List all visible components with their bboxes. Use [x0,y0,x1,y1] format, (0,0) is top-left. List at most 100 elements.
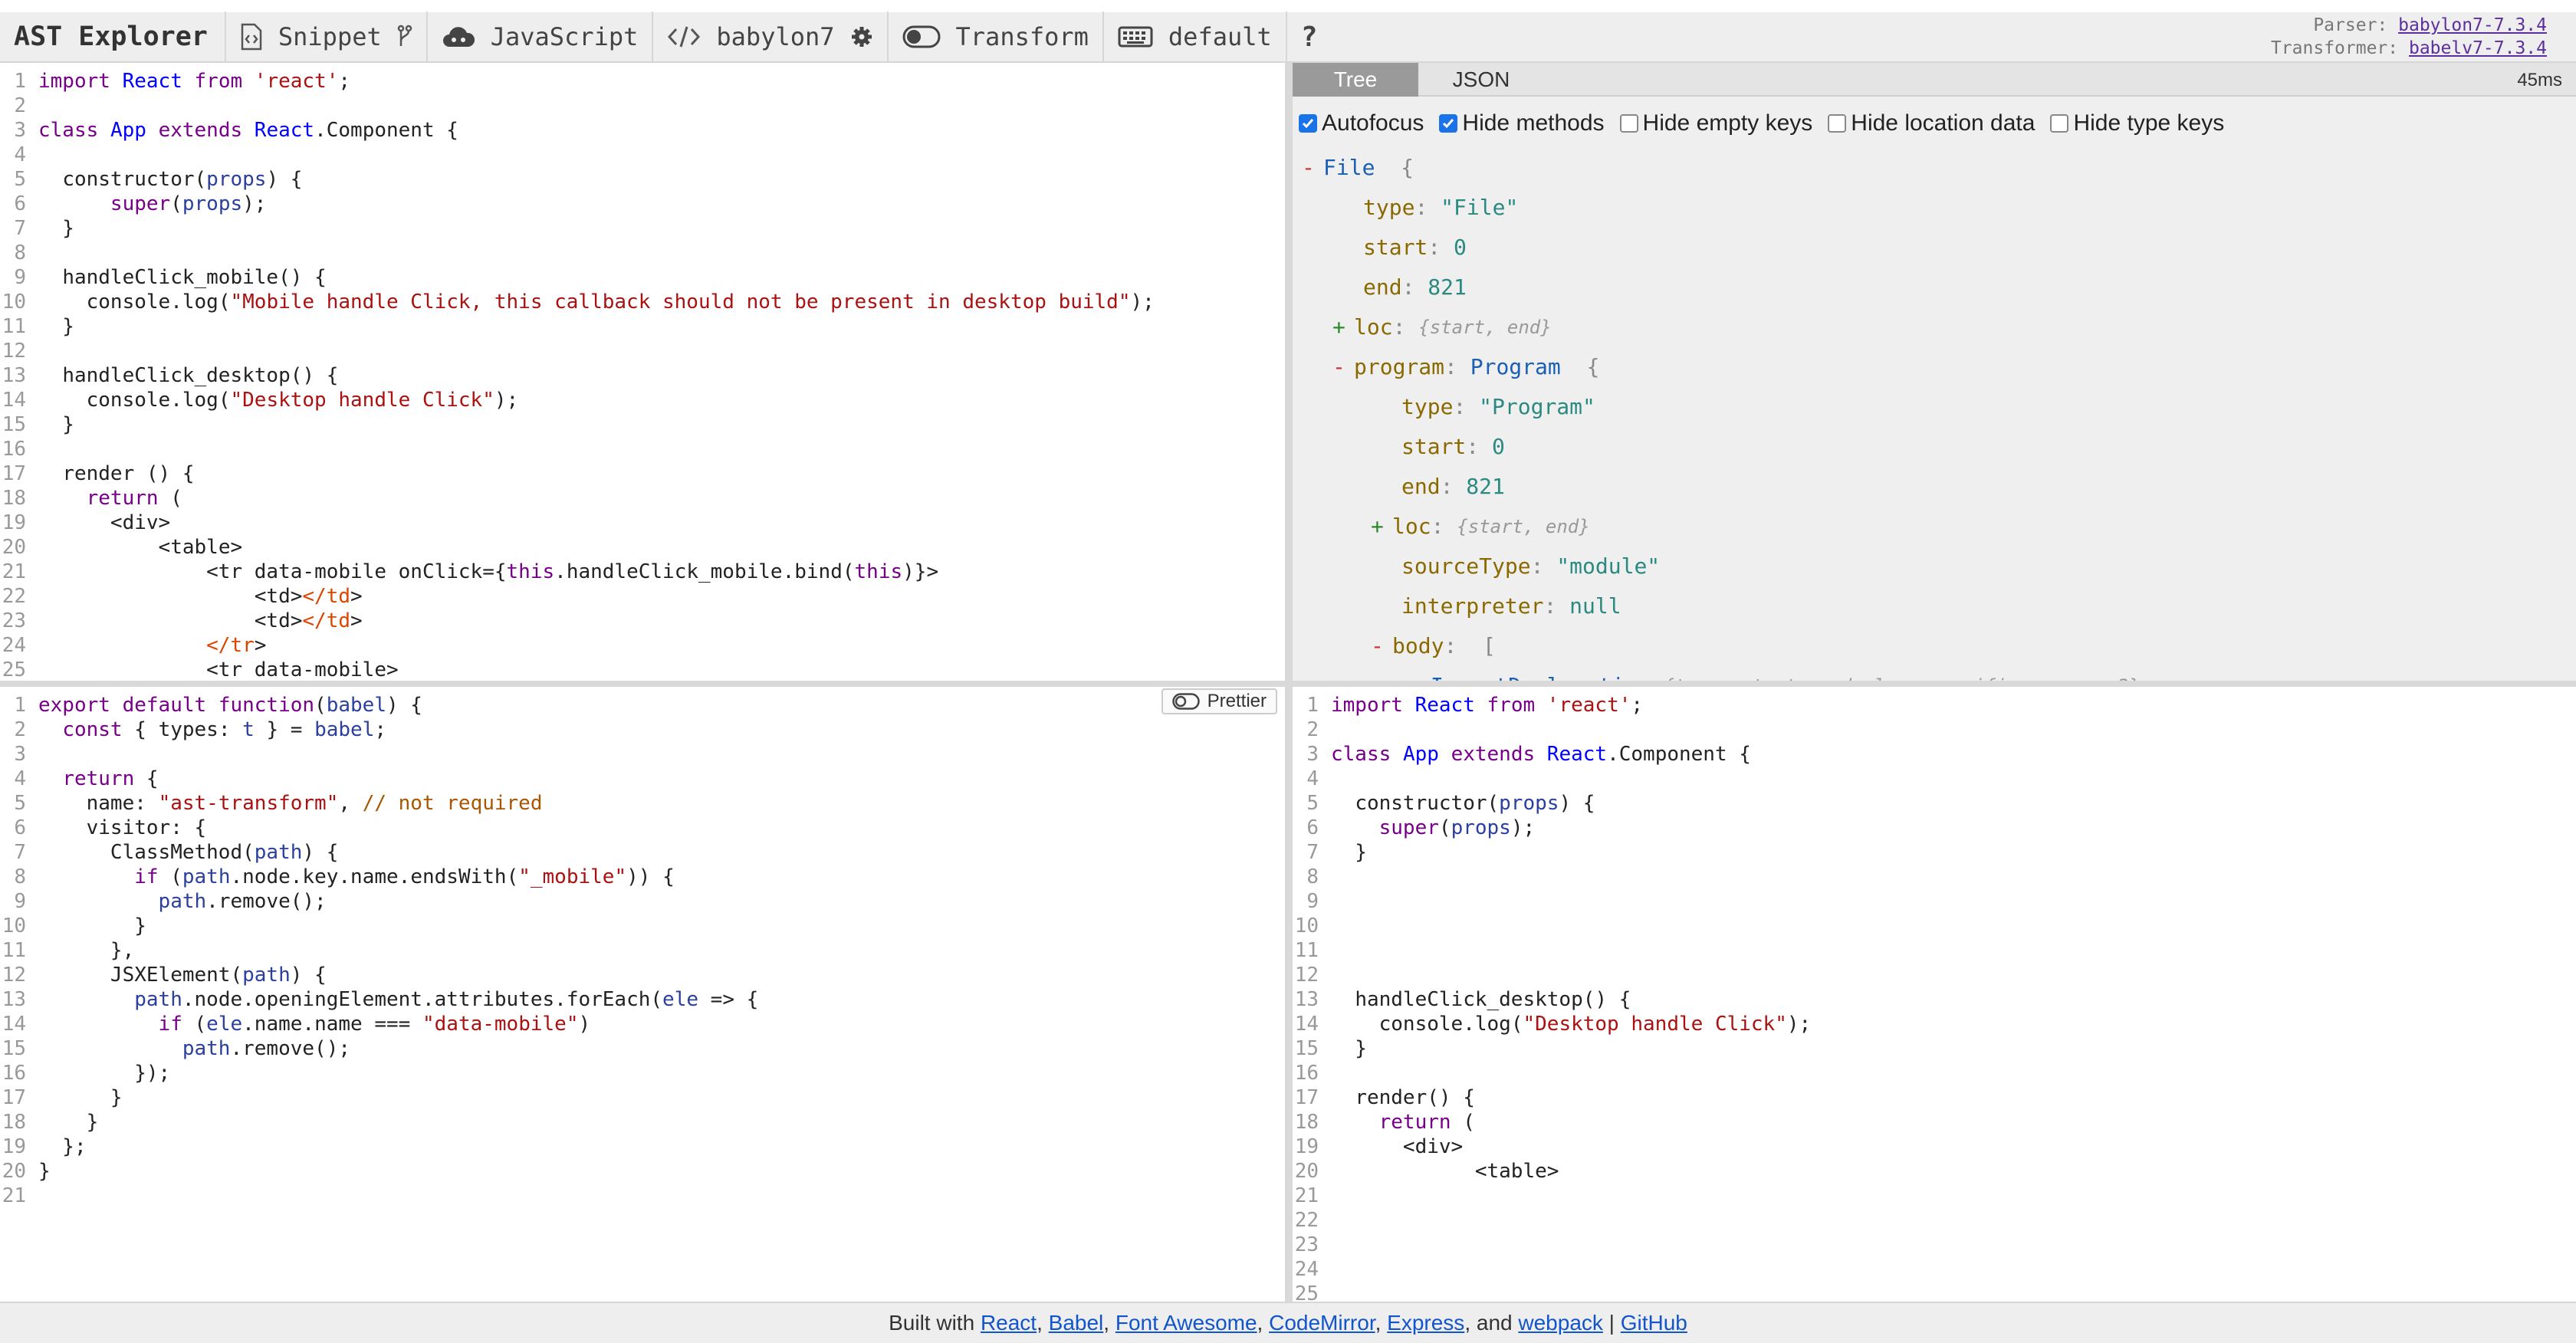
code-line[interactable]: 4 return { [0,767,1285,791]
code-line[interactable]: 9 handleClick_mobile() { [0,265,1285,290]
parser-version-link[interactable]: babylon7-7.3.4 [2398,15,2547,35]
code-line[interactable]: 8 [1293,865,2576,889]
code-line[interactable]: 19 <div> [0,511,1285,535]
code-line[interactable]: 16 }); [0,1061,1285,1085]
code-line[interactable]: 22 [1293,1208,2576,1233]
fontawesome-link[interactable]: Font Awesome [1116,1311,1257,1335]
code-line[interactable]: 6 visitor: { [0,816,1285,840]
source-code[interactable]: 1 import React from 'react'; 2 3 class App e… [0,63,1285,681]
code-line[interactable]: 15 path.remove(); [0,1036,1285,1061]
code-line[interactable]: 11 [1293,938,2576,963]
tree-node-loc[interactable]: + loc: {start, end} [1302,310,2576,350]
code-line[interactable]: 7 ClassMethod(path) { [0,840,1285,865]
code-line[interactable]: 23 <td></td> [0,609,1285,633]
transformer-version-link[interactable]: babelv7-7.3.4 [2409,38,2547,58]
code-line[interactable]: 14 if (ele.name.name === "data-mobile") [0,1012,1285,1036]
code-line[interactable]: 7 } [1293,840,2576,865]
code-line[interactable]: 1 import React from 'react'; [0,69,1285,94]
code-line[interactable]: 7 } [0,216,1285,241]
code-line[interactable]: 9 path.remove(); [0,889,1285,914]
prettier-toggle[interactable]: Prettier [1161,688,1277,714]
language-button[interactable]: JavaScript [428,11,654,62]
output-editor[interactable]: 1 import React from 'react'; 2 3 class App e… [1293,687,2576,1302]
code-line[interactable]: 2 const { types: t } = babel; [0,717,1285,742]
code-line[interactable]: 8 if (path.node.key.name.endsWith("_mobi… [0,865,1285,889]
code-line[interactable]: 25 <tr data-mobile> [0,658,1285,681]
code-line[interactable]: 17 render() { [1293,1085,2576,1110]
source-editor[interactable]: 1 import React from 'react'; 2 3 class App e… [0,63,1285,681]
code-line[interactable]: 4 [0,143,1285,167]
code-line[interactable]: 2 [0,94,1285,118]
code-line[interactable]: 13 path.node.openingElement.attributes.f… [0,987,1285,1012]
option-hide-type-keys[interactable]: Hide type keys [2050,110,2224,136]
code-fork-icon[interactable] [397,25,412,49]
hide-empty-keys-checkbox[interactable] [1619,114,1638,133]
code-line[interactable]: 24 [1293,1257,2576,1282]
code-line[interactable]: 3 class App extends React.Component { [1293,742,2576,767]
code-line[interactable]: 20 <table> [0,535,1285,560]
code-line[interactable]: 10 [1293,914,2576,938]
code-line[interactable]: 5 constructor(props) { [0,167,1285,192]
parser-button[interactable]: babylon7 [653,11,889,62]
tree-node-program[interactable]: - program: Program { [1302,350,2576,389]
hide-methods-checkbox[interactable] [1439,114,1458,133]
babel-link[interactable]: Babel [1049,1311,1104,1335]
output-code[interactable]: 1 import React from 'react'; 2 3 class App e… [1293,687,2576,1302]
code-line[interactable]: 24 </tr> [0,633,1285,658]
code-line[interactable]: 1 export default function(babel) { [0,693,1285,717]
hide-type-keys-checkbox[interactable] [2050,114,2069,133]
code-line[interactable]: 20 <table> [1293,1159,2576,1184]
horizontal-splitter[interactable] [0,681,2576,687]
code-line[interactable]: 1 import React from 'react'; [1293,693,2576,717]
code-line[interactable]: 16 [0,437,1285,461]
tab-tree[interactable]: Tree [1293,63,1418,97]
code-line[interactable]: 12 [1293,963,2576,987]
code-line[interactable]: 16 [1293,1061,2576,1085]
code-line[interactable]: 19 <div> [1293,1134,2576,1159]
codemirror-link[interactable]: CodeMirror [1269,1311,1375,1335]
code-line[interactable]: 5 name: "ast-transform", // not required [0,791,1285,816]
code-line[interactable]: 3 class App extends React.Component { [0,118,1285,143]
code-line[interactable]: 15 } [0,412,1285,437]
code-line[interactable]: 15 } [1293,1036,2576,1061]
code-line[interactable]: 13 handleClick_desktop() { [1293,987,2576,1012]
code-line[interactable]: 21 [0,1184,1285,1208]
code-line[interactable]: 6 super(props); [0,192,1285,216]
code-line[interactable]: 18 } [0,1110,1285,1134]
code-line[interactable]: 5 constructor(props) { [1293,791,2576,816]
express-link[interactable]: Express [1387,1311,1464,1335]
gear-icon[interactable] [850,25,873,48]
code-line[interactable]: 21 <tr data-mobile onClick={this.handleC… [0,560,1285,584]
tree-node-file[interactable]: - File { [1302,150,2576,190]
code-line[interactable]: 12 JSXElement(path) { [0,963,1285,987]
code-line[interactable]: 14 console.log("Desktop handle Click"); [0,388,1285,412]
keymap-button[interactable]: default [1104,11,1287,62]
option-hide-empty-keys[interactable]: Hide empty keys [1619,110,1812,136]
code-line[interactable]: 22 <td></td> [0,584,1285,609]
code-line[interactable]: 25 [1293,1282,2576,1302]
code-line[interactable]: 19 }; [0,1134,1285,1159]
code-line[interactable]: 17 render () { [0,461,1285,486]
transform-editor[interactable]: 1 export default function(babel) {2 const… [0,687,1285,1302]
option-autofocus[interactable]: Autofocus [1299,110,1424,136]
option-hide-methods[interactable]: Hide methods [1439,110,1605,136]
tree-node-loc[interactable]: + loc: {start, end} [1302,509,2576,549]
tab-json[interactable]: JSON [1418,63,1544,97]
collapse-icon[interactable]: - [1302,150,1323,190]
code-line[interactable]: 12 [0,339,1285,363]
option-hide-location-data[interactable]: Hide location data [1828,110,2035,136]
code-line[interactable]: 10 console.log("Mobile handle Click, thi… [0,290,1285,314]
code-line[interactable]: 13 handleClick_desktop() { [0,363,1285,388]
code-line[interactable]: 14 console.log("Desktop handle Click"); [1293,1012,2576,1036]
code-line[interactable]: 21 [1293,1184,2576,1208]
code-line[interactable]: 18 return ( [1293,1110,2576,1134]
tree-node-import-declaration[interactable]: +ImportDeclaration {type, start, end, lo… [1302,668,2576,681]
code-line[interactable]: 4 [1293,767,2576,791]
transform-button[interactable]: Transform [889,11,1104,62]
github-link[interactable]: GitHub [1621,1311,1687,1335]
expand-icon[interactable]: + [1371,509,1392,549]
code-line[interactable]: 17 } [0,1085,1285,1110]
code-line[interactable]: 23 [1293,1233,2576,1257]
code-line[interactable]: 2 [1293,717,2576,742]
transform-code[interactable]: 1 export default function(babel) {2 const… [0,687,1285,1208]
